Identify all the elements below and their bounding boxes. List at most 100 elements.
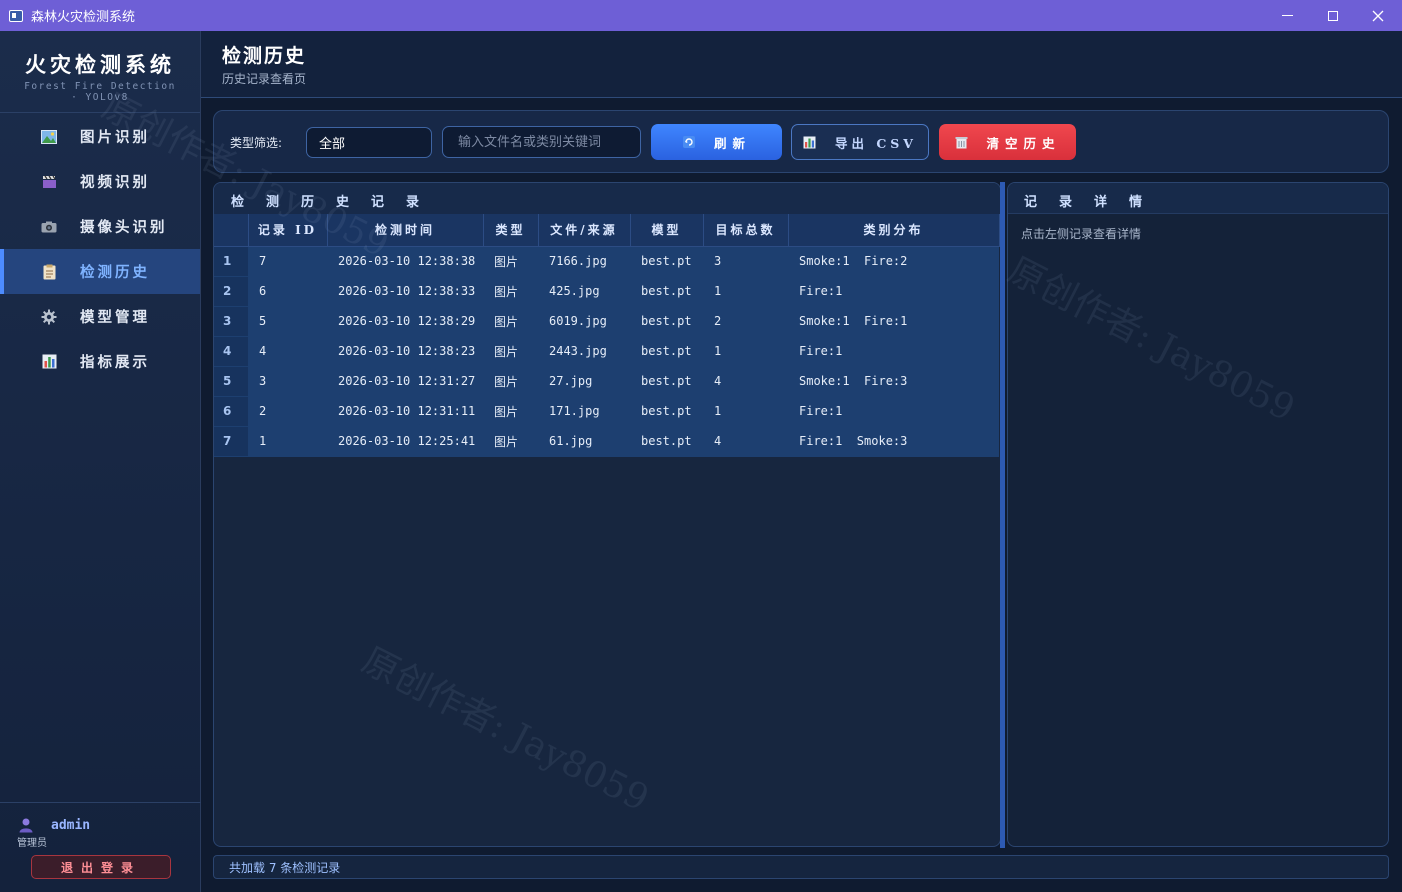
sidebar-item-label: 检测历史 [80,264,150,281]
column-header[interactable]: 记录 ID [248,214,328,247]
column-header[interactable]: 文件/来源 [538,214,631,247]
brand-subtitle: Forest Fire Detection · YOLOv8 [24,81,176,103]
cell-total: 1 [703,336,788,367]
sidebar-item-model-management[interactable]: 模型管理 [0,294,200,339]
sidebar-item-label: 摄像头识别 [80,219,168,236]
table-row[interactable]: 7 1 2026-03-10 12:25:41 图片 61.jpg best.p… [214,426,999,457]
cell-type: 图片 [483,246,538,277]
sidebar: 火灾检测系统 Forest Fire Detection · YOLOv8 图片… [0,31,201,892]
cell-total: 4 [703,366,788,397]
cell-total: 4 [703,426,788,457]
sidebar-item-image-detection[interactable]: 图片识别 [0,114,200,159]
column-header[interactable]: 检测时间 [327,214,484,247]
cell-model: best.pt [630,396,703,427]
brand: 火灾检测系统 Forest Fire Detection · YOLOv8 [0,31,200,113]
sidebar-item-label: 指标展示 [80,354,150,371]
table-row[interactable]: 4 4 2026-03-10 12:38:23 图片 2443.jpg best… [214,336,999,367]
minimize-button[interactable] [1264,0,1310,31]
cell-model: best.pt [630,426,703,457]
cell-model: best.pt [630,246,703,277]
trash-icon [954,135,968,149]
cell-time: 2026-03-10 12:38:33 [327,276,483,307]
cell-time: 2026-03-10 12:31:11 [327,396,483,427]
cell-file: 425.jpg [538,276,630,307]
cell-distribution: Fire:1 Smoke:3 [788,426,999,457]
column-header[interactable]: 类型 [483,214,539,247]
row-number: 6 [214,396,248,427]
sidebar-item-detection-history[interactable]: 检测历史 [0,249,200,294]
refresh-button[interactable]: 刷新 [651,124,782,160]
sidebar-nav: 图片识别 视频识别 摄像头识别 检测历史 模型管理 指标展示 [0,114,200,384]
cell-type: 图片 [483,426,538,457]
cell-file: 6019.jpg [538,306,630,337]
detail-panel-title: 记录详情 [1008,183,1388,214]
detail-panel: 记录详情 点击左侧记录查看详情 [1007,182,1389,847]
logout-button[interactable]: 退出登录 [31,855,171,879]
minimize-icon [1281,15,1293,16]
panel-splitter[interactable] [1000,182,1005,848]
camera-icon [40,218,58,236]
history-panel: 检测历史记录 记录 ID 检测时间 类型 文件/来源 模型 目标总数 类别分布 … [213,182,1001,847]
cell-type: 图片 [483,336,538,367]
image-icon [40,128,58,146]
history-table: 记录 ID 检测时间 类型 文件/来源 模型 目标总数 类别分布 1 7 202… [214,214,1000,457]
column-header[interactable]: 类别分布 [788,214,1000,247]
cell-file: 61.jpg [538,426,630,457]
cell-total: 3 [703,246,788,277]
cell-record-id: 2 [248,396,327,427]
clapperboard-icon [40,173,58,191]
column-header[interactable]: 模型 [630,214,704,247]
table-row[interactable]: 2 6 2026-03-10 12:38:33 图片 425.jpg best.… [214,276,999,307]
cell-file: 171.jpg [538,396,630,427]
page-subtitle: 历史记录查看页 [222,72,307,86]
filter-label: 类型筛选: [230,136,283,150]
cell-total: 2 [703,306,788,337]
export-csv-button[interactable]: 导出 CSV [791,124,929,160]
status-text: 共加载 7 条检测记录 [229,860,341,875]
type-filter-select[interactable]: 全部 [306,127,432,158]
refresh-icon [682,135,696,149]
table-corner-cell[interactable] [214,214,249,247]
cell-time: 2026-03-10 12:38:29 [327,306,483,337]
row-number: 4 [214,336,248,367]
sidebar-item-camera-detection[interactable]: 摄像头识别 [0,204,200,249]
row-number: 1 [214,246,248,277]
cell-model: best.pt [630,336,703,367]
cell-distribution: Fire:1 [788,276,999,307]
close-button[interactable] [1355,0,1401,31]
cell-total: 1 [703,276,788,307]
maximize-button[interactable] [1310,0,1356,31]
sidebar-item-video-detection[interactable]: 视频识别 [0,159,200,204]
clipboard-icon [40,263,58,281]
cell-record-id: 7 [248,246,327,277]
history-panel-title: 检测历史记录 [214,183,1000,214]
table-row[interactable]: 6 2 2026-03-10 12:31:11 图片 171.jpg best.… [214,396,999,427]
app-icon [9,9,23,22]
cell-type: 图片 [483,306,538,337]
cell-record-id: 6 [248,276,327,307]
sidebar-item-label: 模型管理 [80,309,150,326]
cell-file: 2443.jpg [538,336,630,367]
page-header: 检测历史 历史记录查看页 [201,31,1402,98]
sidebar-item-metrics[interactable]: 指标展示 [0,339,200,384]
window-title: 森林火灾检测系统 [31,10,136,25]
cell-distribution: Fire:1 [788,336,999,367]
row-number: 5 [214,366,248,397]
cell-distribution: Smoke:1 Fire:1 [788,306,999,337]
table-row[interactable]: 5 3 2026-03-10 12:31:27 图片 27.jpg best.p… [214,366,999,397]
table-row[interactable]: 3 5 2026-03-10 12:38:29 图片 6019.jpg best… [214,306,999,337]
cell-type: 图片 [483,366,538,397]
cell-record-id: 5 [248,306,327,337]
search-input[interactable] [442,126,641,158]
column-header[interactable]: 目标总数 [703,214,789,247]
cell-model: best.pt [630,306,703,337]
cell-distribution: Fire:1 [788,396,999,427]
clear-label: 清空历史 [986,135,1061,151]
user-icon [18,817,34,833]
clear-history-button[interactable]: 清空历史 [939,124,1076,160]
row-number: 7 [214,426,248,457]
gear-icon [40,308,58,326]
cell-type: 图片 [483,396,538,427]
table-row[interactable]: 1 7 2026-03-10 12:38:38 图片 7166.jpg best… [214,246,999,277]
export-label: 导出 CSV [834,135,918,151]
